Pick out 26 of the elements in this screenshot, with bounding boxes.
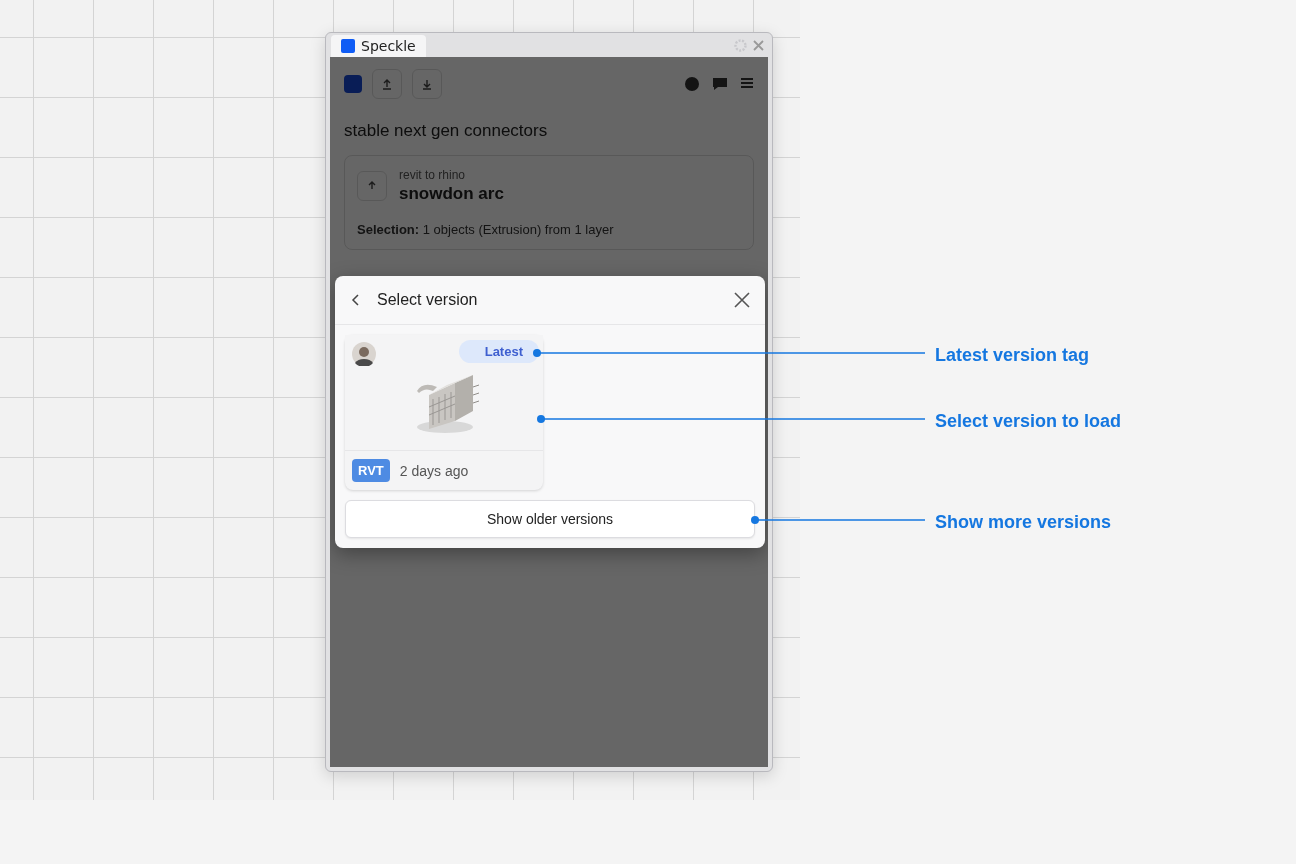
download-button[interactable] (412, 69, 442, 99)
upload-button[interactable] (372, 69, 402, 99)
close-icon[interactable] (753, 39, 764, 51)
upload-button[interactable] (357, 171, 387, 201)
dialog-title: Select version (377, 291, 479, 309)
version-time: 2 days ago (399, 462, 469, 479)
avatar-icon (352, 342, 376, 366)
close-icon (733, 291, 751, 309)
annotation-label: Show more versions (935, 511, 1112, 533)
model-name: snowdon arc (399, 184, 504, 204)
upload-icon (381, 78, 393, 90)
latest-tag: Latest (458, 340, 539, 363)
version-card[interactable]: Latest RVT 2 days ago (345, 335, 543, 490)
app-icon (341, 39, 355, 53)
chat-icon[interactable] (712, 76, 728, 92)
annotation-label: Select version to load (935, 410, 1122, 432)
window-tab[interactable]: Speckle (331, 35, 426, 57)
download-icon (421, 78, 433, 90)
menu-icon[interactable] (740, 76, 754, 90)
show-older-button[interactable]: Show older versions (345, 500, 755, 538)
logo-icon[interactable] (344, 75, 362, 93)
model-subtitle: revit to rhino (399, 168, 467, 182)
upload-icon (366, 180, 378, 192)
annotation-label: Latest version tag (935, 344, 1090, 366)
selection-summary: Selection: 1 objects (Extrusion) from 1 layer (357, 222, 615, 237)
source-tag: RVT (352, 459, 390, 482)
